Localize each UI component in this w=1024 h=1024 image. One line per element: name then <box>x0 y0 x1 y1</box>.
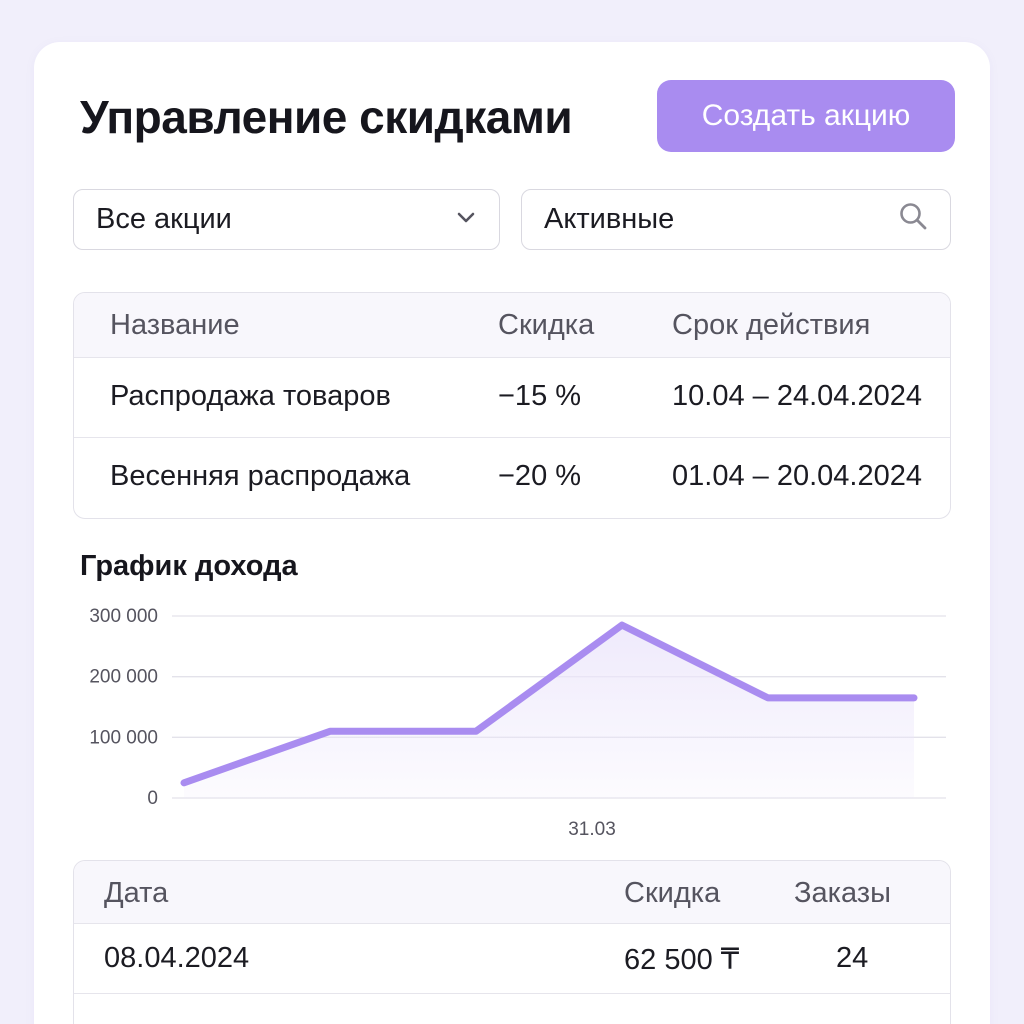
column-header-orders: Заказы <box>794 877 891 909</box>
promo-discount: −20 % <box>498 460 582 492</box>
table-row[interactable]: 08.04.2024 62 500 ₸ 24 <box>74 923 950 993</box>
column-header-discount: Скидка <box>498 309 595 341</box>
column-header-period: Срок действия <box>672 309 871 341</box>
page-title: Управление скидками <box>80 91 573 143</box>
y-tick-label: 300 000 <box>89 606 158 627</box>
y-tick-label: 0 <box>147 788 158 809</box>
y-tick-label: 100 000 <box>89 727 158 748</box>
create-promo-button[interactable]: Создать акцию <box>657 80 955 152</box>
table-row[interactable]: Распродажа товаров −15 % 10.04 – 24.04.2… <box>74 357 950 437</box>
revenue-chart: 0 100 000 200 000 300 000 31.03 <box>89 606 946 840</box>
promo-name: Весенняя распродажа <box>110 460 411 492</box>
order-discount: 62 500 ₸ <box>624 944 740 976</box>
promo-name: Распродажа товаров <box>110 380 391 412</box>
status-search-field[interactable]: Активные <box>521 189 951 250</box>
orders-table: Дата Скидка Заказы 08.04.2024 62 500 ₸ 2… <box>73 860 951 1024</box>
column-header-discount: Скидка <box>624 877 721 909</box>
order-count: 24 <box>836 942 869 974</box>
table-row[interactable]: Весенняя распродажа −20 % 01.04 – 20.04.… <box>74 437 950 518</box>
promo-select-value: Все акции <box>96 203 232 235</box>
column-header-name: Название <box>110 309 240 341</box>
chevron-down-icon <box>455 203 477 236</box>
promo-period: 10.04 – 24.04.2024 <box>672 380 922 412</box>
promo-period: 01.04 – 20.04.2024 <box>672 460 922 492</box>
status-search-value: Активные <box>544 203 675 235</box>
promo-select[interactable]: Все акции <box>73 189 500 250</box>
series-area <box>184 625 914 798</box>
promo-discount: −15 % <box>498 380 582 412</box>
x-tick-label: 31.03 <box>568 819 616 840</box>
chart-title: График дохода <box>80 550 298 582</box>
y-tick-label: 200 000 <box>89 667 158 688</box>
column-header-date: Дата <box>104 877 169 909</box>
order-date: 08.04.2024 <box>104 942 250 974</box>
table-header: Дата Скидка Заказы <box>74 861 950 923</box>
search-icon[interactable] <box>898 201 928 239</box>
table-row[interactable] <box>74 993 950 1024</box>
promotions-table: Название Скидка Срок действия Распродажа… <box>73 292 951 519</box>
table-header: Название Скидка Срок действия <box>74 293 950 357</box>
